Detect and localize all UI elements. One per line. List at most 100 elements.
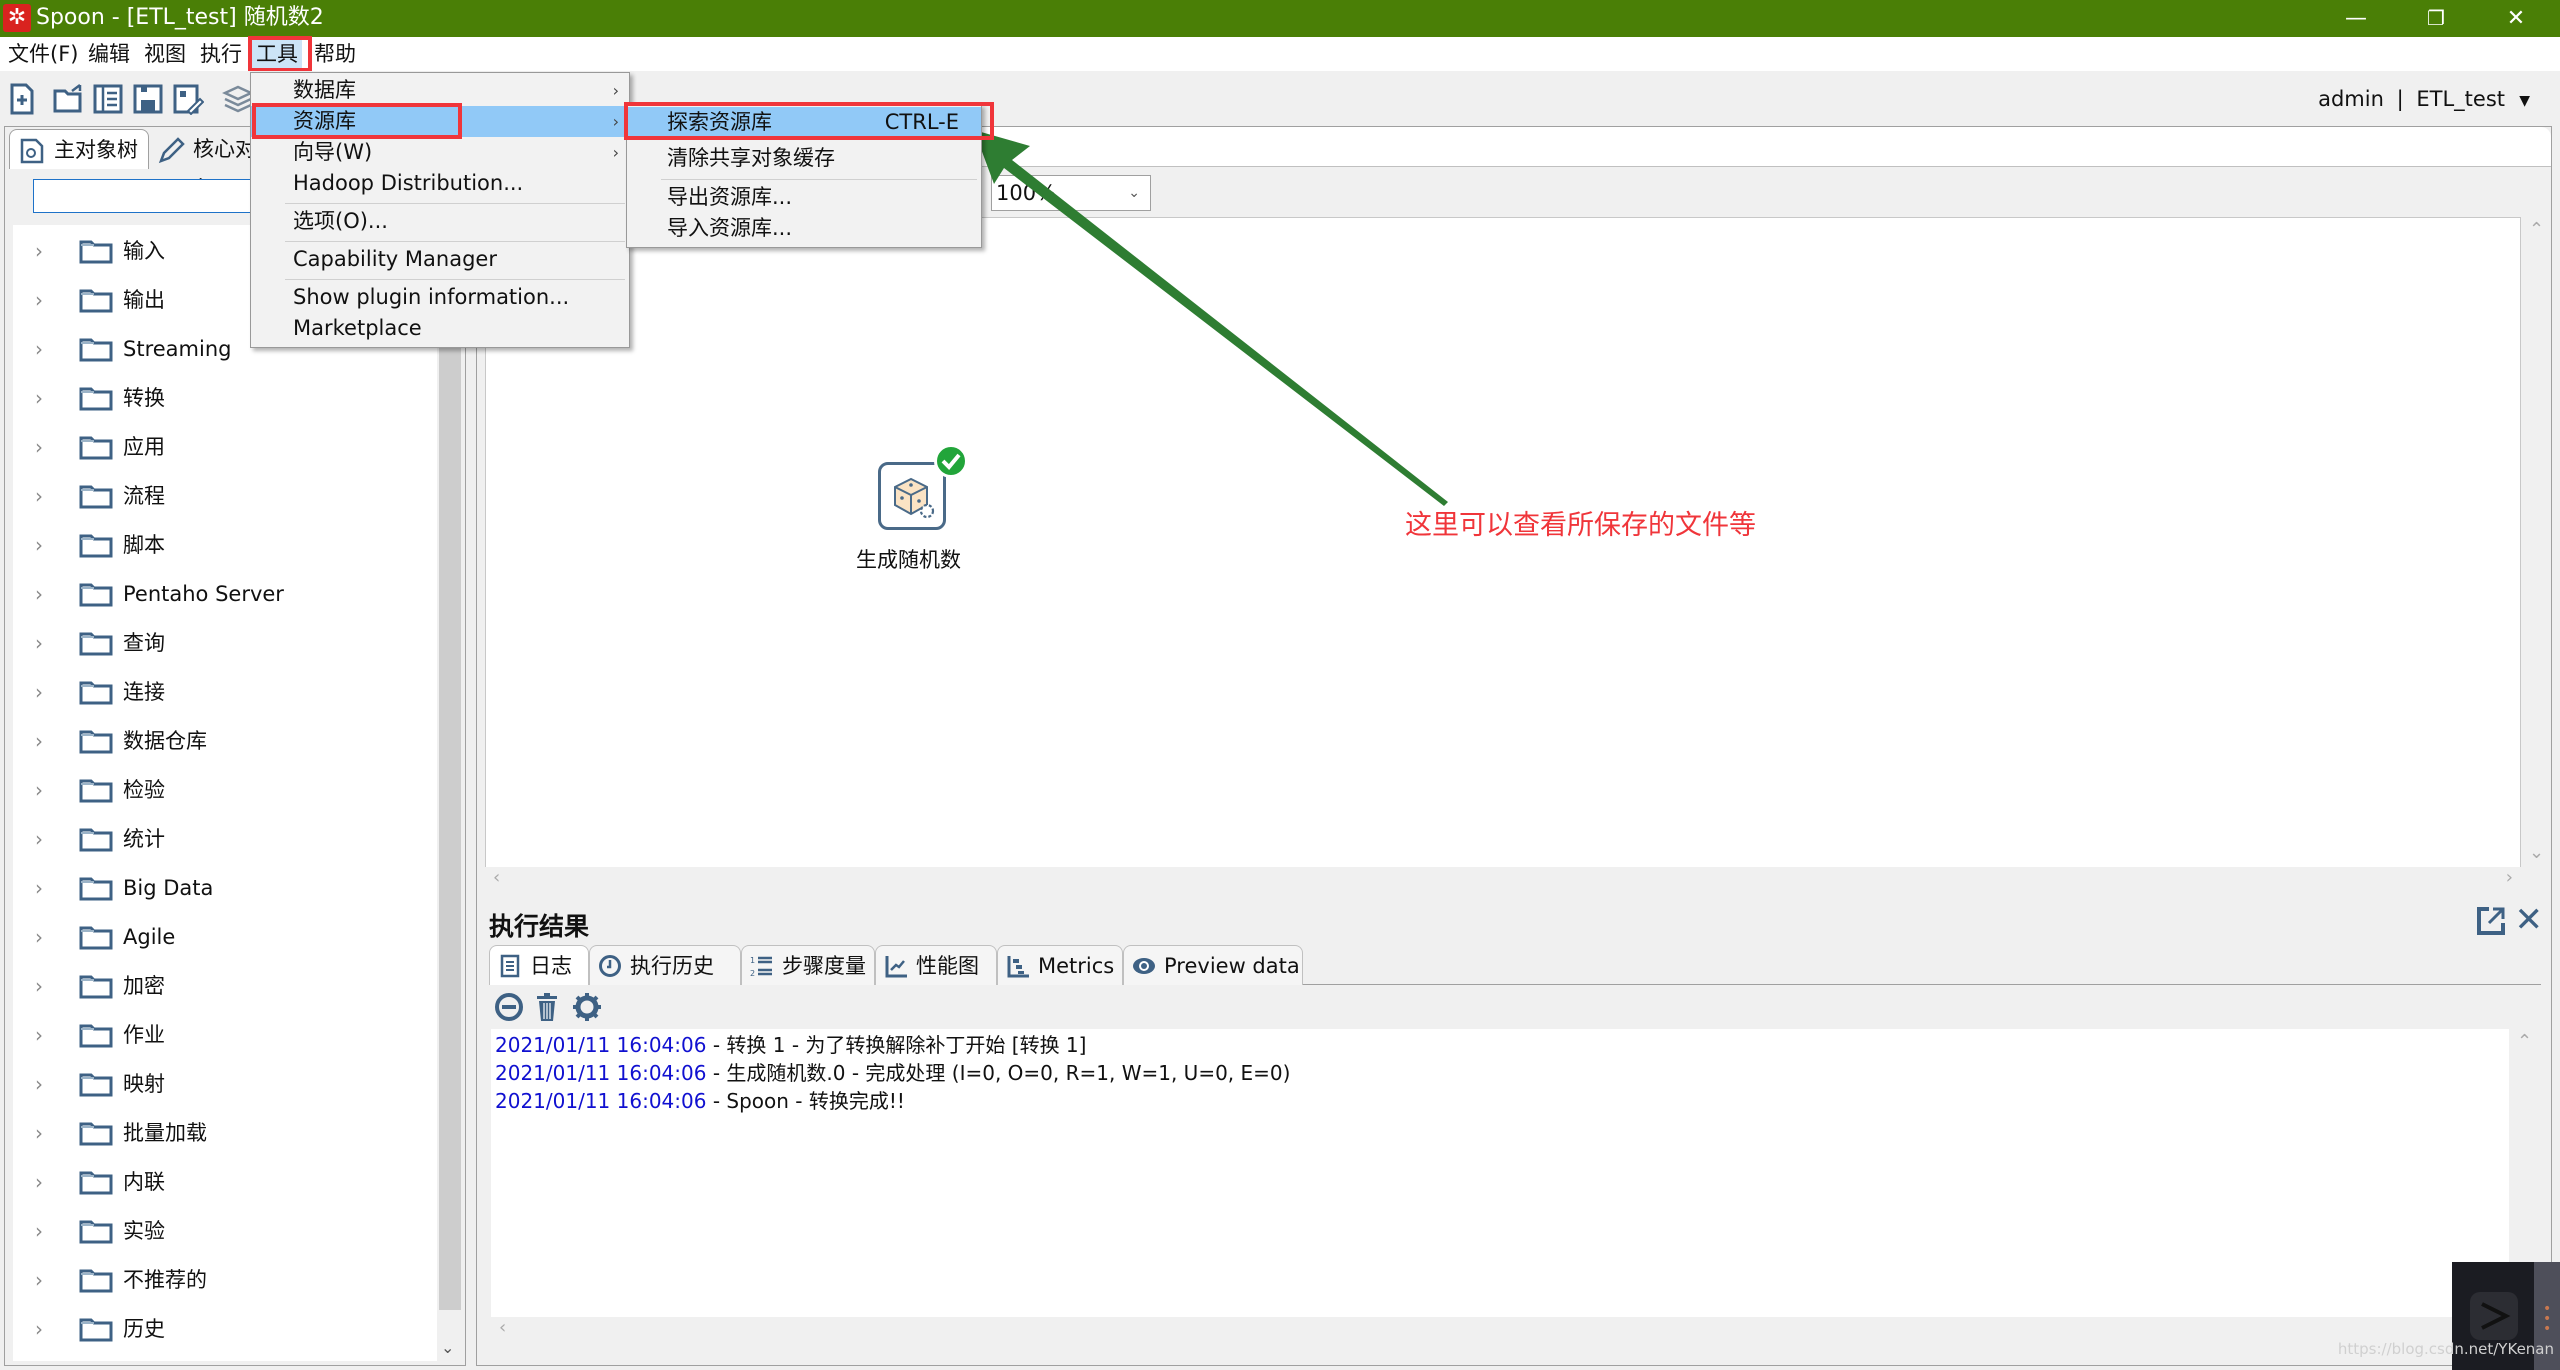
tab-performance-chart[interactable]: 性能图 — [875, 945, 997, 985]
tab-step-metrics[interactable]: 12 步骤度量 — [741, 945, 875, 985]
expand-chevron-icon[interactable]: › — [35, 1070, 43, 1098]
expand-chevron-icon[interactable]: › — [35, 874, 43, 902]
tree-item[interactable]: › Agile — [13, 913, 437, 962]
zoom-select[interactable]: 100% ⌄ — [991, 175, 1151, 211]
expand-chevron-icon[interactable]: › — [35, 1119, 43, 1147]
expand-chevron-icon[interactable]: › — [35, 629, 43, 657]
tree-item[interactable]: › 映射 — [13, 1060, 437, 1109]
restore-button[interactable]: ❐ — [2398, 0, 2474, 37]
tree-item[interactable]: › 应用 — [13, 423, 437, 472]
open-file-icon[interactable] — [52, 83, 84, 115]
tree-item[interactable]: › 检验 — [13, 766, 437, 815]
tab-metrics[interactable]: Metrics — [997, 945, 1123, 985]
menu-item-marketplace[interactable]: Marketplace — [251, 313, 629, 344]
menu-run[interactable]: 执行 — [196, 37, 246, 71]
menu-item-export-repository[interactable]: 导出资源库... — [627, 182, 981, 213]
new-file-icon[interactable] — [6, 83, 38, 115]
menu-item-explore-repository[interactable]: 探索资源库 CTRL-E — [627, 107, 981, 138]
trash-icon[interactable] — [531, 991, 563, 1023]
expand-chevron-icon[interactable]: › — [35, 482, 43, 510]
expand-chevron-icon[interactable]: › — [35, 1217, 43, 1245]
menu-item-hadoop-distribution[interactable]: Hadoop Distribution... — [251, 168, 629, 199]
expand-chevron-icon[interactable]: › — [35, 727, 43, 755]
tree-item[interactable]: › 连接 — [13, 668, 437, 717]
tree-item[interactable]: › 脚本 — [13, 521, 437, 570]
folder-icon — [79, 1171, 113, 1195]
expand-chevron-icon[interactable]: › — [35, 286, 43, 314]
expand-chevron-icon[interactable]: › — [35, 678, 43, 706]
tree-item[interactable]: › 加密 — [13, 962, 437, 1011]
transformation-canvas[interactable]: 生成随机数 — [485, 217, 2521, 893]
expand-chevron-icon[interactable]: › — [35, 972, 43, 1000]
save-icon[interactable] — [132, 83, 164, 115]
scroll-left-arrow[interactable]: ‹ — [499, 1317, 506, 1338]
tree-item[interactable]: › 内联 — [13, 1158, 437, 1207]
menu-item-repository[interactable]: 资源库 › — [251, 106, 629, 137]
expand-chevron-icon[interactable]: › — [35, 1315, 43, 1343]
caret-down-icon[interactable]: ▼ — [2519, 87, 2530, 115]
scroll-down-arrow[interactable]: ⌄ — [2529, 842, 2544, 863]
popout-icon[interactable] — [2475, 905, 2507, 937]
scrollbar-thumb[interactable] — [439, 225, 461, 1310]
tree-item[interactable]: › Big Data — [13, 864, 437, 913]
tree-item[interactable]: › 历史 — [13, 1305, 437, 1354]
menu-item-plugin-information[interactable]: Show plugin information... — [251, 282, 629, 313]
tree-item[interactable]: › 查询 — [13, 619, 437, 668]
minimize-button[interactable]: — — [2318, 0, 2394, 37]
random-dice-step-icon[interactable] — [878, 462, 946, 530]
tab-execution-history[interactable]: 执行历史 — [589, 945, 741, 985]
scroll-up-arrow[interactable]: ⌃ — [2529, 219, 2544, 240]
tree-item[interactable]: › 批量加载 — [13, 1109, 437, 1158]
expand-chevron-icon[interactable]: › — [35, 384, 43, 412]
tab-main-object-tree[interactable]: 主对象树 — [9, 129, 149, 169]
expand-chevron-icon[interactable]: › — [35, 1021, 43, 1049]
expand-chevron-icon[interactable]: › — [35, 237, 43, 265]
tree-item[interactable]: › 流程 — [13, 472, 437, 521]
close-window-button[interactable]: ✕ — [2478, 0, 2554, 37]
expand-chevron-icon[interactable]: › — [35, 1168, 43, 1196]
expand-chevron-icon[interactable]: › — [35, 825, 43, 853]
tree-item[interactable]: › 实验 — [13, 1207, 437, 1256]
scroll-up-arrow[interactable]: ⌃ — [2517, 1031, 2532, 1052]
menu-item-clear-shared-cache[interactable]: 清除共享对象缓存 — [627, 143, 981, 174]
user-repository-selector[interactable]: admin | ETL_test — [2318, 85, 2505, 113]
tree-item[interactable]: › 转换 — [13, 374, 437, 423]
menu-help[interactable]: 帮助 — [310, 37, 360, 71]
tab-preview-data[interactable]: Preview data — [1123, 945, 1303, 985]
scroll-right-arrow[interactable]: › — [2506, 867, 2513, 888]
tree-item[interactable]: › 数据仓库 — [13, 717, 437, 766]
menu-view[interactable]: 视图 — [140, 37, 190, 71]
menu-tools[interactable]: 工具 — [252, 37, 302, 71]
expand-chevron-icon[interactable]: › — [35, 580, 43, 608]
stop-icon[interactable] — [493, 991, 525, 1023]
expand-chevron-icon[interactable]: › — [35, 335, 43, 363]
explore-icon[interactable] — [92, 83, 124, 115]
expand-chevron-icon[interactable]: › — [35, 1266, 43, 1294]
tree-scrollbar[interactable]: ⌄ — [437, 225, 463, 1361]
settings-gear-icon[interactable] — [571, 991, 603, 1023]
menu-item-options[interactable]: 选项(O)... — [251, 206, 629, 237]
tree-item[interactable]: › Pentaho Server — [13, 570, 437, 619]
menu-item-capability-manager[interactable]: Capability Manager — [251, 244, 629, 275]
canvas-horizontal-scrollbar[interactable]: ‹ › — [485, 867, 2521, 893]
menu-item-import-repository[interactable]: 导入资源库... — [627, 213, 981, 244]
tree-item[interactable]: › 不推荐的 — [13, 1256, 437, 1305]
menu-file[interactable]: 文件(F) — [4, 37, 82, 71]
scroll-down-arrow[interactable]: ⌄ — [441, 1338, 454, 1357]
expand-chevron-icon[interactable]: › — [35, 776, 43, 804]
menu-item-database[interactable]: 数据库 › — [251, 75, 629, 106]
close-results-icon[interactable]: ✕ — [2515, 903, 2544, 937]
expand-chevron-icon[interactable]: › — [35, 531, 43, 559]
scroll-left-arrow[interactable]: ‹ — [493, 867, 500, 888]
menu-edit[interactable]: 编辑 — [84, 37, 134, 71]
folder-icon — [79, 338, 113, 362]
tree-item[interactable]: › 作业 — [13, 1011, 437, 1060]
expand-chevron-icon[interactable]: › — [35, 923, 43, 951]
log-horizontal-scrollbar[interactable]: ‹ — [491, 1317, 2509, 1341]
menu-item-wizard[interactable]: 向导(W) › — [251, 137, 629, 168]
tab-log[interactable]: 日志 — [489, 945, 589, 985]
canvas-vertical-scrollbar[interactable]: ⌃ ⌄ — [2523, 217, 2549, 867]
tree-item[interactable]: › 统计 — [13, 815, 437, 864]
save-as-icon[interactable] — [172, 83, 204, 115]
expand-chevron-icon[interactable]: › — [35, 433, 43, 461]
